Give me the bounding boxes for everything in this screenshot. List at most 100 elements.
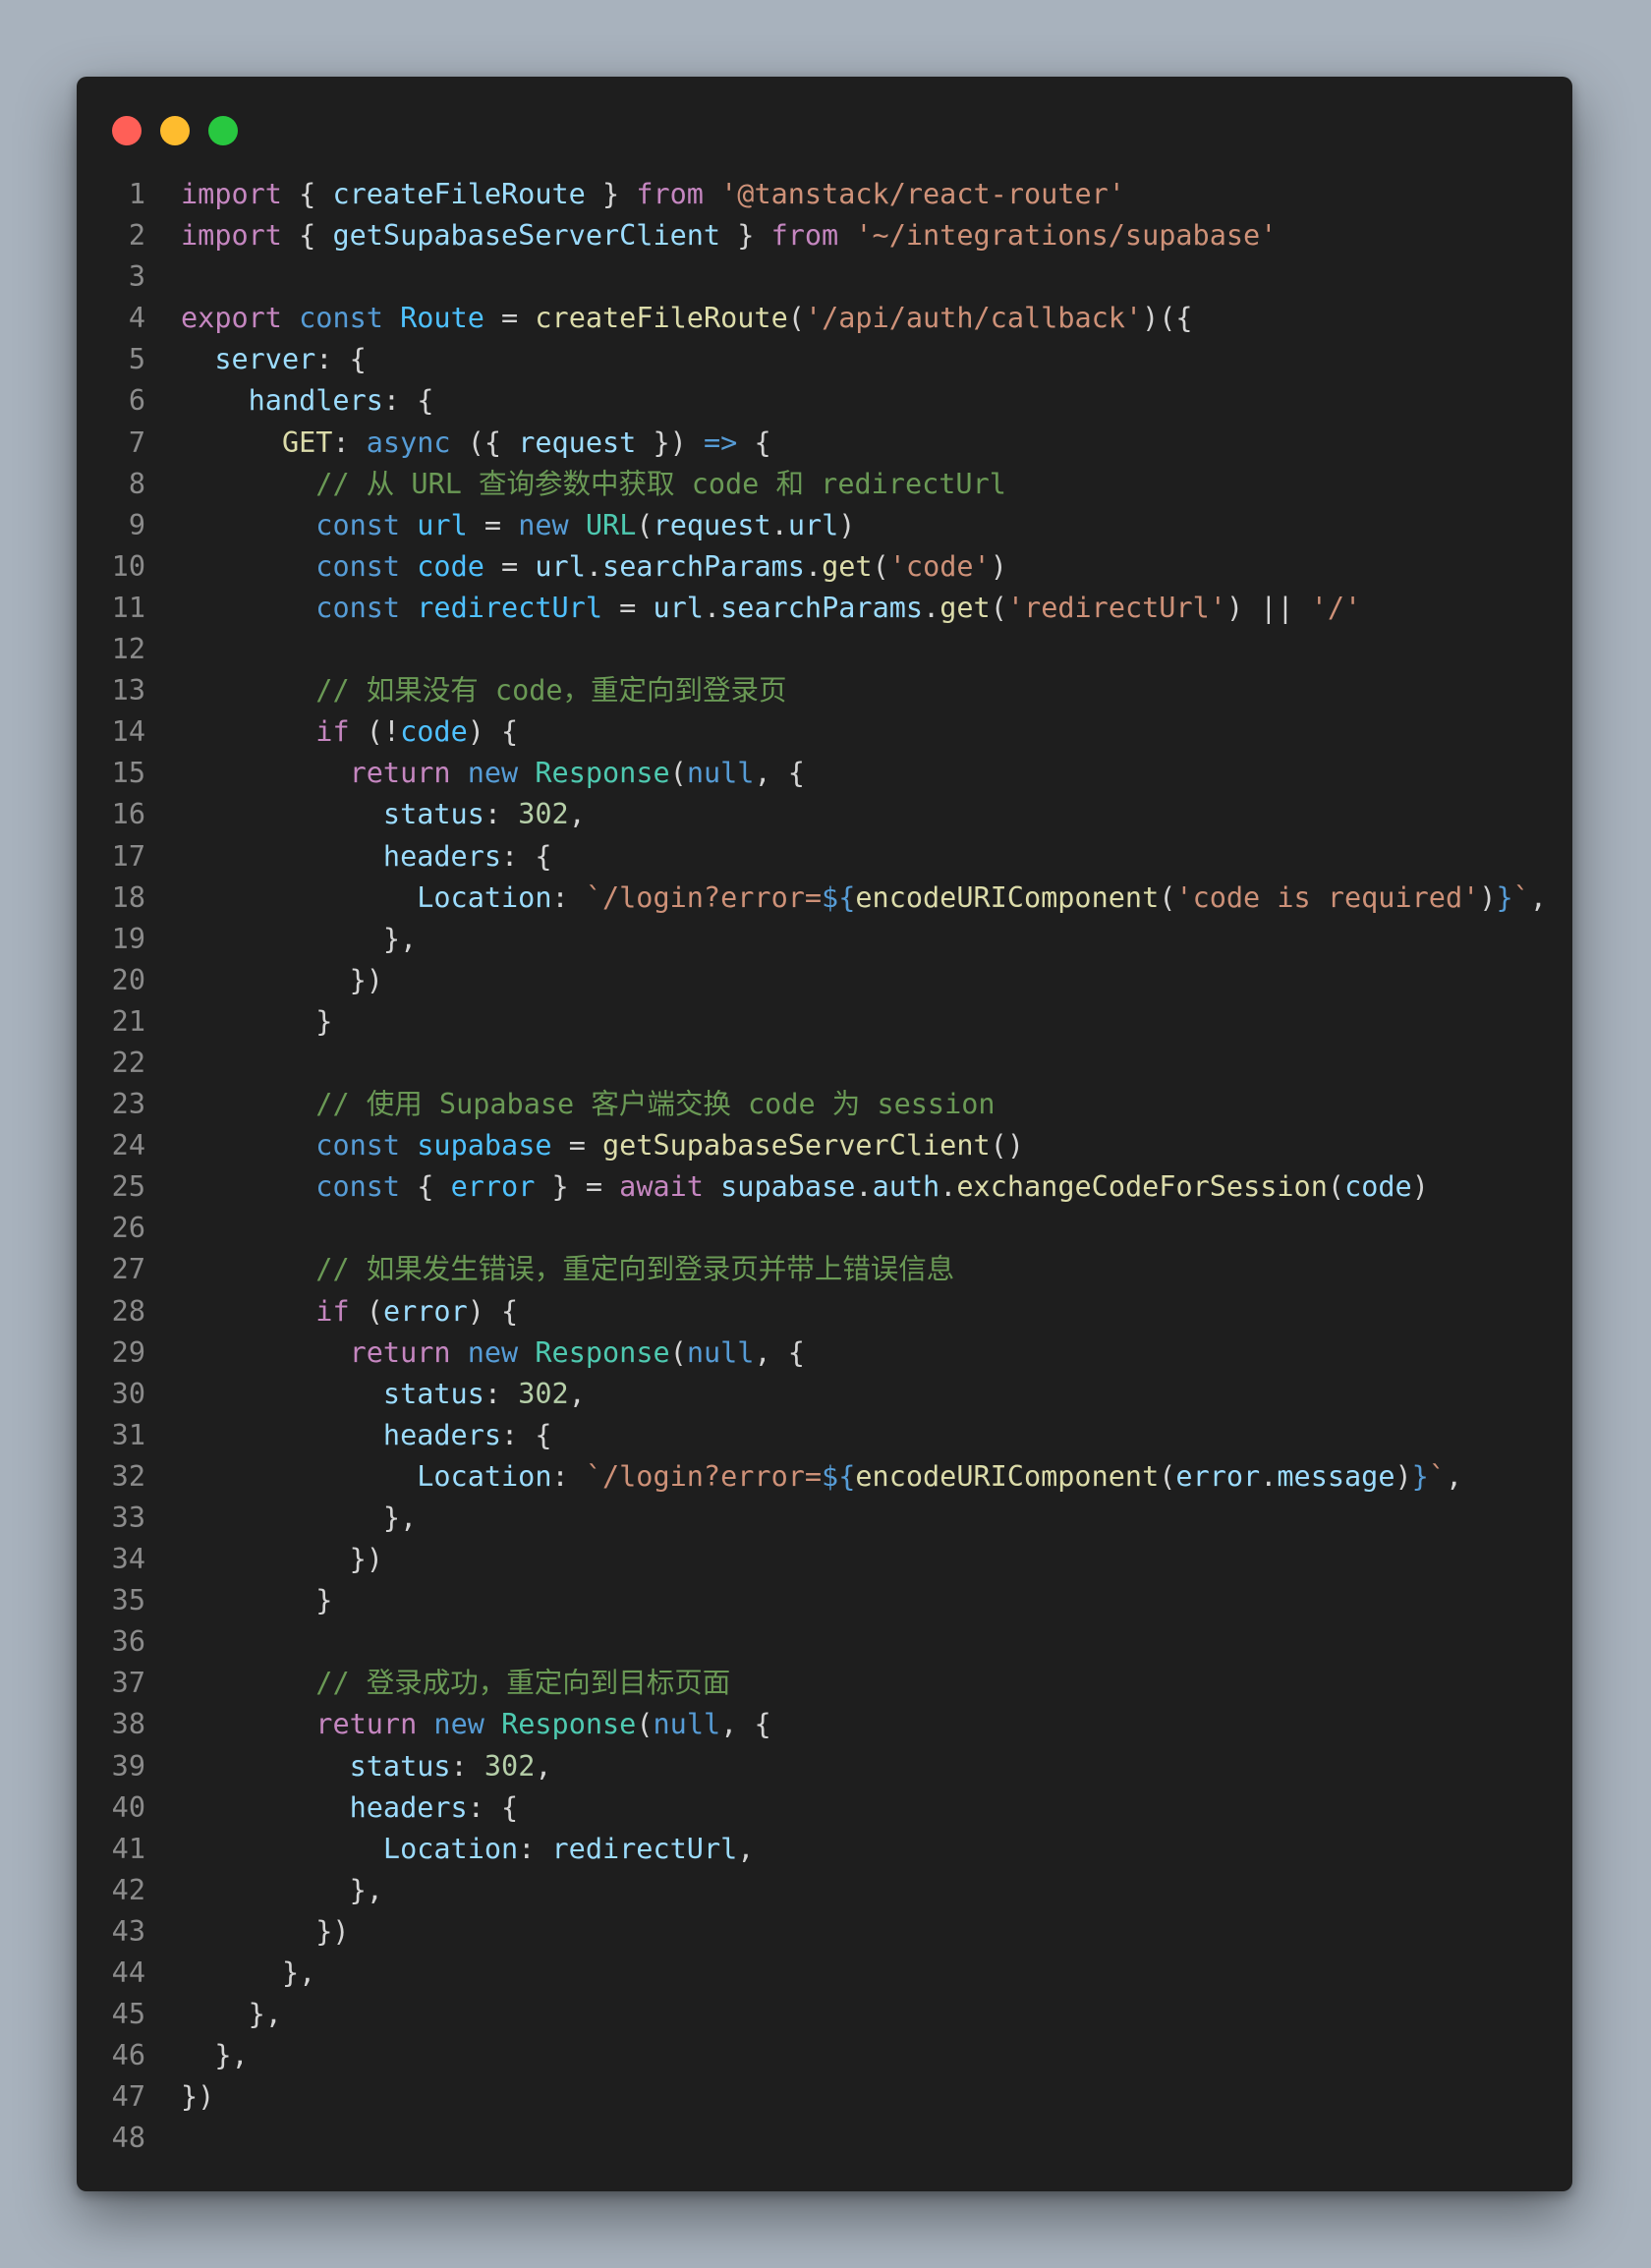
code-line: 27 // 如果发生错误，重定向到登录页并带上错误信息	[77, 1249, 1572, 1290]
code-token: } =	[535, 1170, 620, 1204]
code-token: )	[838, 508, 856, 541]
code-token: .	[939, 1170, 957, 1204]
code-token: 302	[484, 1749, 536, 1783]
code-token: `	[1512, 880, 1530, 914]
minimize-button[interactable]	[160, 116, 190, 145]
code-token: const	[315, 591, 401, 624]
code-token: {	[400, 1170, 451, 1204]
code-window: 1 import { createFileRoute } from '@tanst…	[77, 77, 1572, 2191]
code-line: 13 // 如果没有 code，重定向到登录页	[77, 670, 1572, 711]
code-token: )({	[1142, 302, 1193, 335]
code-line: 26	[77, 1208, 1572, 1249]
line-number: 2	[128, 219, 145, 253]
line-text: return new Response(null, {	[181, 1704, 770, 1745]
code-token: ({	[450, 425, 519, 459]
code-line: 21 }	[77, 1001, 1572, 1043]
code-line: 47})	[77, 2076, 1572, 2118]
code-token: from	[636, 178, 704, 210]
code-token: }	[1496, 880, 1513, 914]
line-text: status: 302,	[181, 794, 586, 835]
code-token: (	[636, 508, 654, 541]
code-token: (	[872, 549, 889, 583]
code-token: Response	[535, 1335, 670, 1369]
line-text: // 如果发生错误，重定向到登录页并带上错误信息	[181, 1249, 954, 1290]
code-line: 30 status: 302,	[77, 1374, 1572, 1415]
code-line: 7 GET: async ({ request }) => {	[77, 423, 1572, 464]
code-line: 38 return new Response(null, {	[77, 1704, 1572, 1745]
line-number: 15	[111, 757, 145, 790]
code-token: {	[281, 219, 333, 253]
code-token: searchParams	[602, 549, 805, 583]
line-number: 23	[111, 1088, 145, 1121]
line-text: })	[181, 1539, 383, 1580]
code-token: status	[382, 798, 484, 831]
code-line: 5 server: {	[77, 339, 1572, 380]
code-token: // 如果发生错误，重定向到登录页并带上错误信息	[315, 1253, 955, 1286]
code-token: Response	[535, 757, 670, 790]
code-token: ) {	[467, 1294, 519, 1328]
code-token: )	[1479, 880, 1497, 914]
close-button[interactable]	[112, 116, 142, 145]
code-token: (	[1327, 1170, 1345, 1204]
line-number: 16	[111, 798, 145, 831]
line-number: 40	[111, 1790, 145, 1824]
code-editor[interactable]: 1 import { createFileRoute } from '@tanst…	[77, 174, 1572, 2160]
code-token: : {	[315, 343, 367, 376]
code-token: =>	[703, 425, 738, 459]
line-text: status: 302,	[181, 1746, 552, 1787]
zoom-button[interactable]	[208, 116, 238, 145]
code-token: headers	[349, 1790, 468, 1824]
code-token: handlers	[248, 384, 383, 418]
code-line: 29 return new Response(null, {	[77, 1332, 1572, 1374]
line-text: },	[181, 2035, 248, 2076]
code-line: 33 },	[77, 1498, 1572, 1539]
code-token: status	[382, 1377, 484, 1410]
code-line: 19 },	[77, 919, 1572, 960]
code-token: '~/integrations/supabase'	[855, 219, 1278, 253]
code-token: (	[636, 1708, 654, 1741]
code-token: redirectUrl	[551, 1832, 738, 1865]
code-line: 46 },	[77, 2035, 1572, 2076]
code-token: new	[467, 757, 519, 790]
code-token: headers	[382, 839, 502, 873]
code-token: .	[1260, 1459, 1278, 1493]
code-token: // 使用 Supabase 客户端交换 code 为 session	[315, 1088, 996, 1121]
code-token: code	[400, 715, 468, 749]
line-text: return new Response(null, {	[181, 1332, 805, 1374]
code-token: : {	[501, 839, 552, 873]
code-token: const	[299, 302, 383, 335]
code-token: :	[551, 1459, 586, 1493]
code-token: 'redirectUrl'	[1006, 591, 1226, 624]
line-text: handlers: {	[181, 380, 434, 422]
line-number: 41	[111, 1832, 145, 1865]
code-token: (	[1159, 1459, 1176, 1493]
line-number: 45	[111, 1998, 145, 2031]
line-number: 24	[111, 1129, 145, 1162]
code-token: const	[315, 549, 401, 583]
code-token: =	[602, 591, 654, 624]
code-token: {	[281, 178, 333, 210]
line-number: 6	[128, 384, 145, 418]
line-number: 1	[128, 178, 145, 210]
code-line: 17 headers: {	[77, 836, 1572, 878]
code-token: get	[822, 549, 873, 583]
code-token: if	[315, 715, 350, 749]
line-text: const redirectUrl = url.searchParams.get…	[181, 588, 1361, 629]
code-token: ,	[568, 798, 586, 831]
line-number: 14	[111, 715, 145, 749]
code-token: url	[417, 508, 468, 541]
line-number: 20	[111, 963, 145, 996]
